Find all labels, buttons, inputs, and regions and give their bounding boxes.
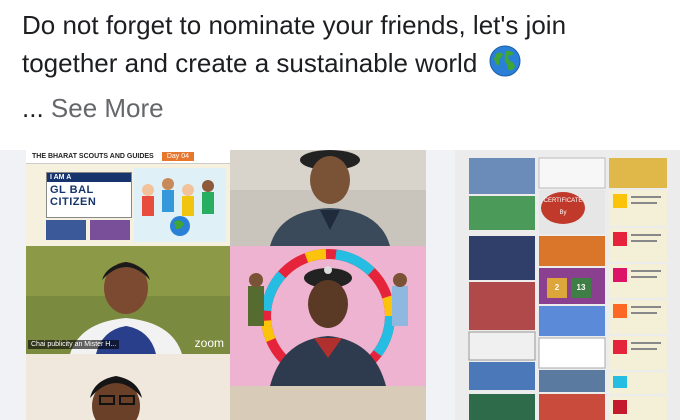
post-text-line-1: Do not forget to nominate your friends, …: [22, 10, 567, 40]
global-citizen-card: I AM A GL BAL CITIZEN: [46, 172, 132, 218]
participant-name-label: Chai publicity an Mister H...: [28, 340, 120, 349]
see-more-label: See More: [50, 93, 164, 123]
photo-gallery: THE BHARAT SCOUTS AND GUIDES Day 04 I AM…: [0, 150, 680, 420]
tile-participant-girl: Chai publicity an Mister H... zoom: [26, 246, 230, 354]
slides-collage-image: [455, 150, 680, 420]
global-citizen-title: GL BAL CITIZEN: [50, 184, 97, 208]
certificate-title: CERTIFICATE: [543, 198, 583, 204]
see-more-link[interactable]: ... See More: [22, 89, 164, 127]
tile-participant-scout-man: [230, 150, 426, 246]
post-text-line-2: together and create a sustainable world: [22, 48, 478, 78]
photo-slides-collage[interactable]: CERTIFICATE By 2 13: [455, 150, 680, 420]
certificate-by: By: [559, 210, 567, 216]
day-tag: Day 04: [161, 152, 194, 161]
tile-global-citizen-banner: THE BHARAT SCOUTS AND GUIDES Day 04 I AM…: [26, 150, 230, 246]
sdg-tile: 2: [547, 278, 567, 298]
post-text: Do not forget to nominate your friends, …: [22, 6, 672, 82]
small-picture: [90, 220, 130, 240]
certificate-badge: CERTIFICATE By: [541, 192, 585, 224]
globe-emoji-icon: [489, 45, 521, 77]
sdg-tile: 13: [571, 278, 591, 298]
photo-zoom-meeting[interactable]: THE BHARAT SCOUTS AND GUIDES Day 04 I AM…: [26, 150, 426, 420]
participant-video: [230, 150, 426, 246]
children-illustration: [134, 168, 226, 242]
banner-title: THE BHARAT SCOUTS AND GUIDES: [26, 150, 230, 164]
participant-video: [230, 246, 426, 386]
tile-participant-empty: [230, 386, 426, 420]
zoom-watermark: zoom: [194, 336, 224, 350]
tile-participant-sdg-background: [230, 246, 426, 386]
tile-participant-girl-2: [26, 354, 230, 420]
global-citizen-top: I AM A: [47, 173, 131, 182]
small-picture: [46, 220, 86, 240]
participant-video: [26, 354, 230, 420]
ellipsis: ...: [22, 93, 44, 123]
